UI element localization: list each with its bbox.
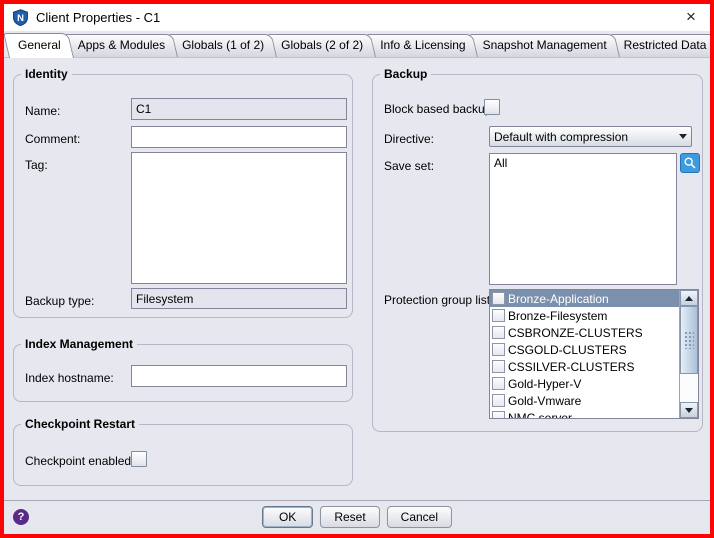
identity-group-title: Identity <box>21 67 72 81</box>
close-icon[interactable]: × <box>681 6 701 28</box>
tab-restricted-data-zones[interactable]: Restricted Data Zones <box>615 34 714 57</box>
list-item-nmc-server[interactable]: NMC server <box>490 409 679 418</box>
tab-snapshot-management[interactable]: Snapshot Management <box>474 34 620 57</box>
item-checkbox[interactable] <box>492 394 505 407</box>
ok-button[interactable]: OK <box>262 506 313 528</box>
client-properties-dialog: N Client Properties - C1 × General Apps … <box>0 0 714 538</box>
tab-info-licensing[interactable]: Info & Licensing <box>371 34 478 57</box>
item-checkbox[interactable] <box>492 343 505 356</box>
comment-label: Comment: <box>25 132 80 146</box>
list-item-gold-vmware[interactable]: Gold-Vmware <box>490 392 679 409</box>
backup-group: Backup Block based backup: Directive: De… <box>372 74 703 432</box>
index-management-group-title: Index Management <box>21 337 137 351</box>
protection-group-rows: Bronze-Application Bronze-Filesystem CSB… <box>490 290 679 418</box>
chevron-down-icon <box>679 134 687 139</box>
reset-button[interactable]: Reset <box>320 506 379 528</box>
item-checkbox[interactable] <box>492 411 505 418</box>
cancel-button[interactable]: Cancel <box>387 506 452 528</box>
general-tab-panel: Identity Name: Comment: Tag: Backup type… <box>4 58 710 501</box>
protection-group-list: Bronze-Application Bronze-Filesystem CSB… <box>489 289 699 419</box>
list-item-csbronze-clusters[interactable]: CSBRONZE-CLUSTERS <box>490 324 679 341</box>
save-set-field[interactable]: All <box>489 153 677 285</box>
checkpoint-restart-group: Checkpoint Restart Checkpoint enabled: <box>13 424 353 486</box>
item-checkbox[interactable] <box>492 326 505 339</box>
checkpoint-enabled-checkbox[interactable] <box>131 451 147 467</box>
list-item-bronze-filesystem[interactable]: Bronze-Filesystem <box>490 307 679 324</box>
scrollbar-track[interactable] <box>680 374 698 402</box>
list-item-bronze-application[interactable]: Bronze-Application <box>490 290 679 307</box>
index-hostname-label: Index hostname: <box>25 371 114 385</box>
item-checkbox[interactable] <box>492 292 505 305</box>
tab-globals-1[interactable]: Globals (1 of 2) <box>173 34 277 57</box>
checkpoint-restart-group-title: Checkpoint Restart <box>21 417 139 431</box>
help-icon[interactable]: ? <box>13 509 29 525</box>
checkpoint-enabled-label: Checkpoint enabled: <box>25 454 134 468</box>
backup-type-label: Backup type: <box>25 294 94 308</box>
block-based-backup-label: Block based backup: <box>384 102 495 116</box>
list-item-csgold-clusters[interactable]: CSGOLD-CLUSTERS <box>490 341 679 358</box>
networker-shield-icon: N <box>12 9 29 26</box>
tab-apps-modules[interactable]: Apps & Modules <box>69 34 178 57</box>
item-checkbox[interactable] <box>492 377 505 390</box>
directive-label: Directive: <box>384 132 434 146</box>
name-field <box>131 98 347 120</box>
list-item-gold-hyper-v[interactable]: Gold-Hyper-V <box>490 375 679 392</box>
index-management-group: Index Management Index hostname: <box>13 344 353 402</box>
scrollbar-thumb[interactable] <box>680 306 698 374</box>
item-checkbox[interactable] <box>492 360 505 373</box>
directive-dropdown[interactable]: Default with compression <box>489 126 692 147</box>
save-set-label: Save set: <box>384 159 434 173</box>
backup-group-title: Backup <box>380 67 431 81</box>
protection-group-list-label: Protection group list: <box>384 293 493 307</box>
directive-selected-value: Default with compression <box>494 130 675 144</box>
svg-text:N: N <box>17 13 24 24</box>
tab-general[interactable]: General <box>9 33 74 58</box>
tab-bar: General Apps & Modules Globals (1 of 2) … <box>4 31 710 58</box>
window-title: Client Properties - C1 <box>36 4 160 31</box>
comment-field[interactable] <box>131 126 347 148</box>
backup-type-field <box>131 288 347 309</box>
dialog-buttons: OK Reset Cancel <box>262 506 452 528</box>
search-icon[interactable] <box>680 153 700 173</box>
index-hostname-field[interactable] <box>131 365 347 387</box>
footer: ? OK Reset Cancel <box>4 501 710 534</box>
tag-label: Tag: <box>25 158 48 172</box>
scroll-down-arrow-icon[interactable] <box>680 402 698 418</box>
name-label: Name: <box>25 104 60 118</box>
block-based-backup-checkbox[interactable] <box>484 99 500 115</box>
identity-group: Identity Name: Comment: Tag: Backup type… <box>13 74 353 318</box>
scroll-up-arrow-icon[interactable] <box>680 290 698 306</box>
tag-field[interactable] <box>131 152 347 284</box>
item-checkbox[interactable] <box>492 309 505 322</box>
list-item-cssilver-clusters[interactable]: CSSILVER-CLUSTERS <box>490 358 679 375</box>
tab-globals-2[interactable]: Globals (2 of 2) <box>272 34 376 57</box>
vertical-scrollbar[interactable] <box>679 290 698 418</box>
titlebar: N Client Properties - C1 × <box>4 4 710 31</box>
